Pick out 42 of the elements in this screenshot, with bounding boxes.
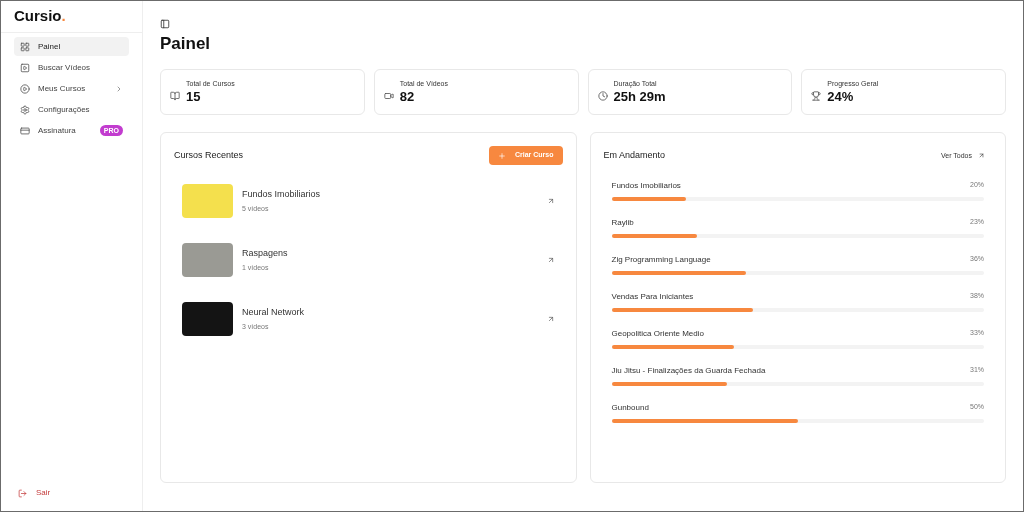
course-name: Zig Programming Language — [611, 253, 711, 266]
arrow-icon — [546, 315, 555, 323]
course-name: Gunbound — [611, 401, 649, 414]
stat-value: 25h 29m — [613, 89, 666, 106]
thumbnail-placeholder — [182, 302, 233, 336]
course-name: Geopolitica Oriente Medio — [611, 327, 704, 340]
sidebar-item[interactable]: Buscar Vídeos — [14, 58, 129, 77]
sidebar-item[interactable]: Configurações — [14, 100, 129, 119]
sidebar-item[interactable]: Painel — [14, 37, 129, 56]
logo: Cursio. — [1, 1, 142, 33]
settings-icon — [20, 104, 30, 115]
course-name: Raylib — [611, 216, 634, 229]
grid-icon — [20, 41, 30, 52]
panel-toggle-icon[interactable] — [160, 19, 170, 29]
arrow-icon — [546, 197, 555, 205]
stat-value: 82 — [399, 89, 416, 106]
stat-value: 15 — [186, 89, 202, 106]
course-name: Raspagens — [242, 247, 288, 260]
clock-icon — [597, 91, 608, 101]
course-name: Vendas Para Iniciantes — [611, 290, 694, 303]
course-name: Jiu Jitsu - Finalizações da Guarda Fechada — [611, 364, 766, 377]
course-name: Fundos Imobiliarios — [242, 188, 321, 201]
stat-value: 24% — [827, 89, 855, 106]
play-circle-icon — [20, 83, 30, 94]
thumbnail-placeholder — [182, 184, 233, 218]
logout-icon — [18, 488, 27, 498]
trophy-icon — [811, 91, 822, 101]
logout-link[interactable]: Sair — [14, 487, 129, 499]
card-title: Em Andamento — [603, 149, 666, 162]
video-camera-icon — [383, 91, 394, 101]
card-title: Cursos Recentes — [174, 148, 244, 162]
arrow-icon — [978, 152, 985, 160]
sidebar-item[interactable]: Meus Cursos — [14, 79, 129, 98]
credit-card-icon — [20, 125, 30, 136]
book-icon — [170, 91, 180, 101]
course-name: Fundos Imobiliarios — [611, 179, 681, 192]
course-name: Neural Network — [242, 306, 305, 319]
page-title: Painel — [160, 35, 212, 52]
arrow-icon — [546, 256, 555, 264]
play-square-icon — [20, 62, 30, 73]
plus-icon — [498, 151, 506, 160]
thumbnail-placeholder — [182, 243, 233, 277]
